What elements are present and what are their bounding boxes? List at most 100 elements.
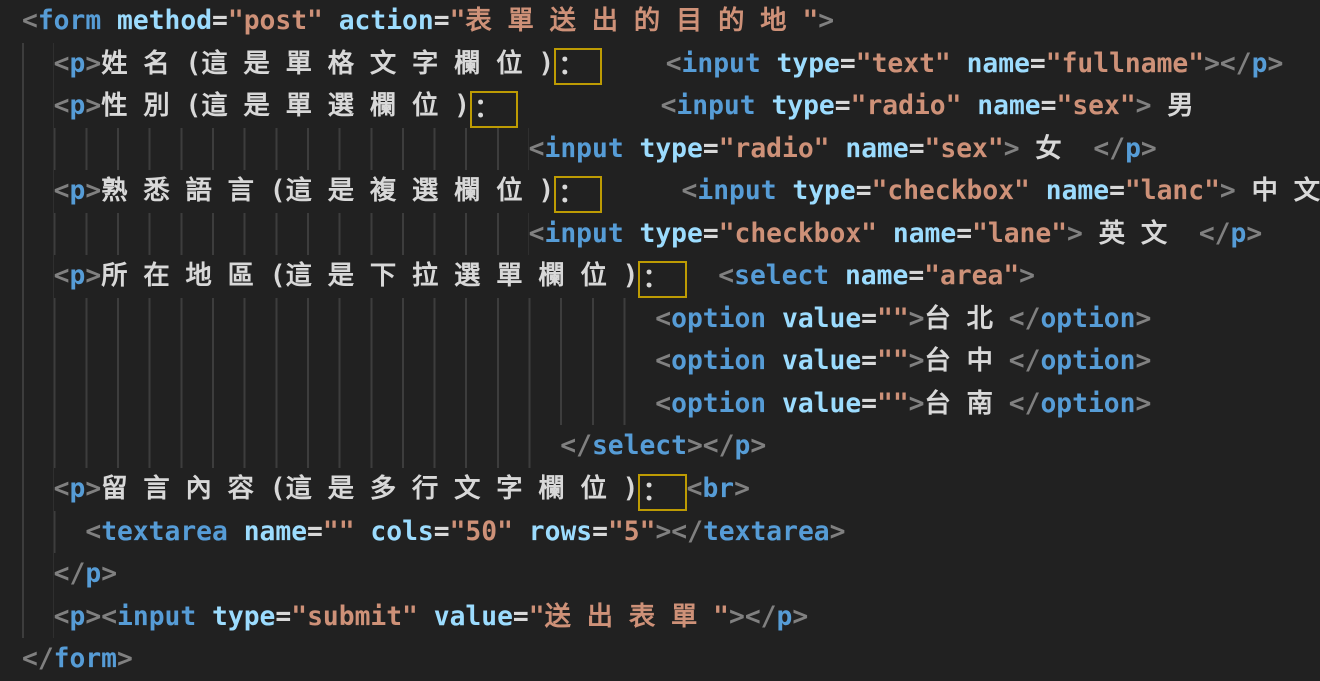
token-txt <box>766 298 782 341</box>
token-txt: ) <box>454 85 470 128</box>
token-txt <box>766 383 782 426</box>
indent-whitespace <box>22 340 655 383</box>
token-punc: > <box>85 255 101 298</box>
token-eq: = <box>592 511 608 554</box>
indent-whitespace <box>22 511 85 554</box>
token-cjk: 男 <box>1167 85 1209 128</box>
token-punc: > <box>1135 383 1151 426</box>
code-line-1[interactable]: <form method="post" action="表單送出的目的地"> <box>22 0 1320 43</box>
token-punc: > <box>1141 128 1157 171</box>
token-punc: < <box>54 85 70 128</box>
alignment-whitespace <box>687 255 719 298</box>
code-line-7[interactable]: <p>所在地區(這是下拉選單欄位)： <select name="area"> <box>22 255 1320 298</box>
token-attr: name <box>893 213 956 256</box>
token-txt <box>756 85 772 128</box>
token-tag: input <box>117 596 196 639</box>
token-cjkstr: 表單送出的目的地 <box>465 0 802 43</box>
token-punc: </ <box>1009 383 1041 426</box>
token-txt: ( <box>270 255 286 298</box>
token-eq: = <box>1041 85 1057 128</box>
token-cjk: 英文 <box>1099 213 1183 256</box>
token-txt: ) <box>538 170 554 213</box>
code-line-11[interactable]: </select></p> <box>22 425 1320 468</box>
indent-whitespace <box>22 170 54 213</box>
token-attr: name <box>845 255 908 298</box>
token-punc: < <box>529 213 545 256</box>
token-txt <box>829 255 845 298</box>
unicode-highlight-colon-box: ： <box>638 261 686 298</box>
code-line-16[interactable]: </form> <box>22 638 1320 681</box>
token-tag: p <box>70 468 86 511</box>
token-txt <box>624 213 640 256</box>
token-txt: ( <box>270 170 286 213</box>
code-line-13[interactable]: <textarea name="" cols="50" rows="5"></t… <box>22 511 1320 554</box>
token-punc: > <box>1220 170 1236 213</box>
token-punc: </ <box>1093 128 1125 171</box>
token-cjk: 性別 <box>101 85 185 128</box>
code-line-10[interactable]: <option value="">台南</option> <box>22 383 1320 426</box>
code-line-4[interactable]: <input type="radio" name="sex"> 女 </p> <box>22 128 1320 171</box>
token-txt <box>1083 213 1099 256</box>
token-punc: </ <box>22 638 54 681</box>
token-eq: = <box>861 383 877 426</box>
token-eq: = <box>434 0 450 43</box>
alignment-whitespace <box>602 170 681 213</box>
token-punc: < <box>655 298 671 341</box>
code-line-14[interactable]: </p> <box>22 553 1320 596</box>
token-txt <box>830 128 846 171</box>
token-str: "text" <box>856 43 951 86</box>
token-punc: < <box>85 511 101 554</box>
token-punc: > <box>909 383 925 426</box>
token-attr: value <box>782 383 861 426</box>
token-txt <box>101 0 117 43</box>
token-txt: ) <box>538 43 554 86</box>
unicode-highlight-colon-box: ： <box>554 48 602 85</box>
token-punc: < <box>687 468 703 511</box>
code-line-9[interactable]: <option value="">台中</option> <box>22 340 1320 383</box>
token-str: "sex" <box>1056 85 1135 128</box>
token-cjk: 這是下拉選單欄位 <box>286 255 623 298</box>
token-eq: = <box>856 170 872 213</box>
token-str: "5" <box>608 511 656 554</box>
code-editor[interactable]: <form method="post" action="表單送出的目的地"> <… <box>0 0 1320 681</box>
token-eq: = <box>1030 43 1046 86</box>
token-tag: option <box>1040 383 1135 426</box>
token-punc: < <box>54 468 70 511</box>
code-line-2[interactable]: <p>姓名(這是單格文字欄位)： <input type="text" name… <box>22 43 1320 86</box>
token-str: " <box>713 596 729 639</box>
code-line-5[interactable]: <p>熟悉語言(這是複選欄位)： <input type="checkbox" … <box>22 170 1320 213</box>
token-attr: rows <box>529 511 592 554</box>
code-line-8[interactable]: <option value="">台北</option> <box>22 298 1320 341</box>
token-attr: name <box>1046 170 1109 213</box>
code-line-12[interactable]: <p>留言內容(這是多行文字欄位)：<br> <box>22 468 1320 511</box>
code-line-3[interactable]: <p>性別(這是單選欄位)： <input type="radio" name=… <box>22 85 1320 128</box>
token-tag: p <box>70 85 86 128</box>
token-punc: </ <box>54 553 86 596</box>
token-attr: value <box>782 340 861 383</box>
code-line-6[interactable]: <input type="checkbox" name="lane"> 英文 <… <box>22 213 1320 256</box>
token-tag: p <box>70 596 86 639</box>
token-punc: > <box>1246 213 1262 256</box>
token-cjkstr: 送出表單 <box>545 596 714 639</box>
token-str: "lanc" <box>1125 170 1220 213</box>
indent-whitespace <box>22 255 54 298</box>
token-txt <box>513 511 529 554</box>
token-txt: ( <box>270 468 286 511</box>
token-cjk: 這是單選欄位 <box>201 85 454 128</box>
token-eq: = <box>275 596 291 639</box>
token-txt <box>761 43 777 86</box>
token-eq: = <box>840 43 856 86</box>
token-punc: > <box>85 170 101 213</box>
code-line-15[interactable]: <p><input type="submit" value="送出表單"></p… <box>22 596 1320 639</box>
token-cjk: 台中 <box>925 340 1009 383</box>
token-punc: > <box>750 425 766 468</box>
token-punc: < <box>682 170 698 213</box>
token-cjk: 這是單格文字欄位 <box>201 43 538 86</box>
indent-whitespace <box>22 213 529 256</box>
token-punc: < <box>22 0 38 43</box>
token-punc: > <box>101 553 117 596</box>
token-punc: < <box>655 383 671 426</box>
token-str: "" <box>877 298 909 341</box>
token-eq: = <box>909 128 925 171</box>
indent-whitespace <box>22 43 54 86</box>
